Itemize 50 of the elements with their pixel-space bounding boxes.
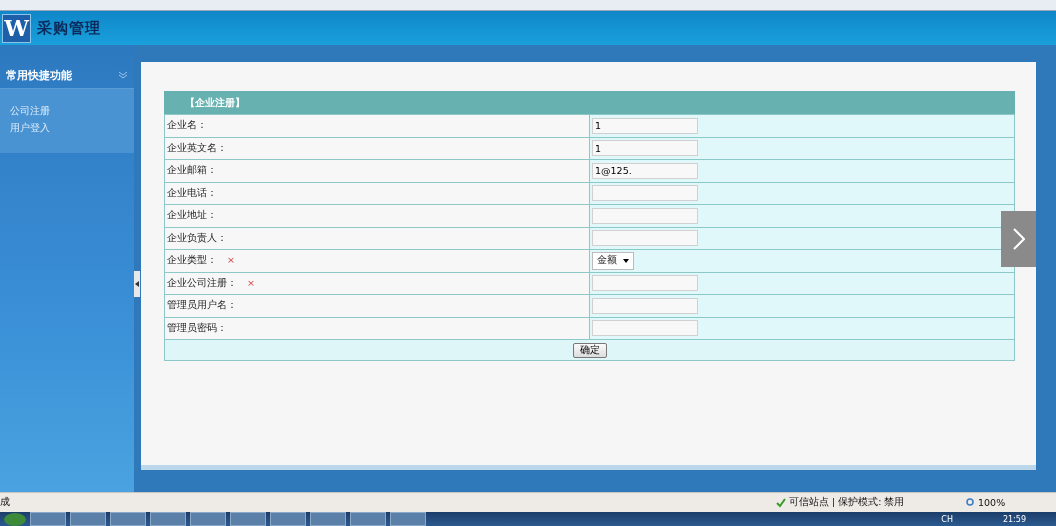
chevron-right-icon xyxy=(1012,228,1025,250)
field-label: 企业电话： xyxy=(167,186,217,198)
taskbar-app[interactable] xyxy=(190,512,226,526)
field-label: 企业负责人： xyxy=(167,231,227,243)
submit-button[interactable]: 确定 xyxy=(572,342,607,358)
check-icon xyxy=(776,497,786,508)
field-label: 企业地址： xyxy=(167,209,217,221)
taskbar-app[interactable] xyxy=(110,512,146,526)
field-label: 管理员用户名： xyxy=(167,299,237,311)
field-label: 企业英文名： xyxy=(167,141,227,153)
input-field[interactable] xyxy=(592,275,698,292)
zoom-level[interactable]: 100% xyxy=(978,497,1006,508)
field-label: 管理员密码： xyxy=(167,321,227,333)
taskbar-app[interactable] xyxy=(230,512,266,526)
logo: W xyxy=(2,13,31,43)
sidebar-section-title: 常用快捷功能 xyxy=(6,67,72,83)
required-mark: × xyxy=(227,254,235,266)
language-indicator[interactable]: CH xyxy=(941,514,953,524)
input-field[interactable]: 1 xyxy=(592,140,698,157)
input-field[interactable]: 1 xyxy=(592,117,698,134)
clock: 21:59 xyxy=(1002,514,1026,524)
required-mark: × xyxy=(247,276,255,288)
next-button[interactable] xyxy=(1001,211,1036,267)
input-field[interactable] xyxy=(592,230,698,247)
start-button[interactable] xyxy=(4,512,26,526)
chevron-icon[interactable] xyxy=(118,71,128,79)
taskbar-app[interactable] xyxy=(390,512,426,526)
type-dropdown[interactable]: 金额 xyxy=(592,251,634,270)
status-text: 成 xyxy=(0,496,10,509)
field-label: 企业名： xyxy=(167,119,207,131)
input-field[interactable] xyxy=(592,320,698,337)
security-zone: 可信站点 | 保护模式: 禁用 xyxy=(789,496,905,509)
taskbar-app[interactable] xyxy=(30,512,66,526)
taskbar-app[interactable] xyxy=(150,512,186,526)
input-field[interactable] xyxy=(592,185,698,202)
app-title: 采购管理 xyxy=(37,18,101,38)
taskbar-app[interactable] xyxy=(310,512,346,526)
field-label: 企业类型： xyxy=(167,254,217,266)
input-field[interactable] xyxy=(592,297,698,314)
input-field[interactable] xyxy=(592,207,698,224)
taskbar-app[interactable] xyxy=(70,512,106,526)
field-label: 企业邮箱： xyxy=(167,164,217,176)
arrow-left-icon xyxy=(135,281,139,287)
field-label: 企业公司注册： xyxy=(167,276,237,288)
collapse-handle[interactable] xyxy=(134,271,140,297)
input-field[interactable]: 1@125. xyxy=(592,162,698,179)
taskbar-app[interactable] xyxy=(350,512,386,526)
form-title: 【企业注册】 xyxy=(164,91,1015,115)
caret-icon xyxy=(623,258,629,263)
taskbar-app[interactable] xyxy=(270,512,306,526)
